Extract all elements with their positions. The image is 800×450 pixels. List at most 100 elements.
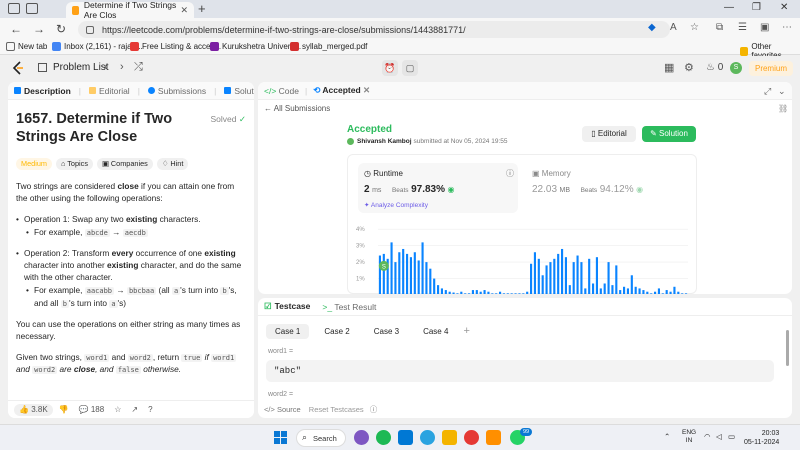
chart-bar[interactable]	[630, 275, 633, 294]
chart-bar[interactable]	[526, 291, 529, 294]
tab-submissions[interactable]: Submissions	[147, 86, 206, 96]
solution-button[interactable]: ✎ Solution	[642, 126, 696, 142]
chart-bar[interactable]	[398, 252, 401, 294]
close-window-icon[interactable]: ✕	[780, 2, 788, 13]
chrome-icon[interactable]	[464, 430, 479, 445]
extensions-icon[interactable]: ⧉	[716, 22, 723, 33]
chart-bar[interactable]	[444, 290, 447, 294]
chart-bar[interactable]	[409, 257, 412, 294]
case-tab-4[interactable]: Case 4	[414, 324, 457, 339]
link-icon[interactable]: ⛓	[778, 104, 788, 113]
avatar[interactable]: S	[730, 62, 742, 74]
chart-bar[interactable]	[650, 293, 653, 294]
premium-button[interactable]: Premium	[749, 61, 793, 76]
chart-bar[interactable]	[576, 255, 579, 294]
runtime-distribution-chart[interactable]: 4% 3% 2% 1% S	[348, 215, 698, 294]
windows-start-icon[interactable]	[274, 431, 287, 444]
add-case-icon[interactable]: +	[463, 324, 469, 339]
chart-bar[interactable]	[522, 293, 525, 294]
chart-bar[interactable]	[646, 291, 649, 294]
chart-bar[interactable]	[572, 262, 575, 294]
chart-bar[interactable]	[440, 288, 443, 294]
chart-bar[interactable]	[661, 293, 664, 294]
scrollbar[interactable]	[786, 330, 789, 366]
collections-icon[interactable]: ▣	[760, 22, 769, 33]
favorite-star-icon[interactable]: ☆	[690, 22, 699, 33]
maximize-icon[interactable]: ❐	[752, 2, 761, 13]
tab-code[interactable]: </> Code	[264, 86, 299, 96]
tab-accepted[interactable]: ⟲ Accepted ✕	[313, 85, 370, 96]
chart-bar[interactable]	[506, 293, 509, 294]
share-icon[interactable]: ↗	[131, 405, 138, 414]
chart-bar[interactable]	[588, 258, 591, 294]
language-indicator[interactable]: ENG IN	[682, 429, 696, 445]
bookmark-new-tab[interactable]: New tab	[6, 42, 47, 51]
chart-bar[interactable]	[592, 283, 595, 294]
help-icon[interactable]: ⓘ	[370, 405, 378, 414]
chart-bar[interactable]	[514, 293, 517, 294]
chart-bar[interactable]	[429, 268, 432, 294]
chart-bar[interactable]	[677, 291, 680, 294]
chart-bar[interactable]	[603, 283, 606, 294]
reload-icon[interactable]: ↻	[56, 22, 66, 36]
leetcode-logo-icon[interactable]	[12, 61, 24, 75]
case-tab-2[interactable]: Case 2	[315, 324, 358, 339]
favorites-icon[interactable]: ☰	[738, 22, 747, 33]
browser-tab[interactable]: Determine if Two Strings Are Clos ✕	[66, 0, 194, 20]
forward-icon[interactable]: →	[33, 22, 45, 36]
case-tab-3[interactable]: Case 3	[365, 324, 408, 339]
chart-bar[interactable]	[607, 262, 610, 294]
bookmark-kurukshetra[interactable]: Kurukshetra Univers...	[210, 42, 301, 51]
wifi-icon[interactable]: ◠	[704, 432, 711, 441]
chart-bar[interactable]	[654, 291, 657, 294]
tab-test-result[interactable]: >_ Test Result	[322, 302, 376, 312]
settings-gear-icon[interactable]: ⚙	[684, 61, 694, 74]
problem-title[interactable]: 1657. Determine if Two Strings Are Close	[16, 110, 206, 146]
chart-bar[interactable]	[634, 286, 637, 294]
minimize-icon[interactable]: —	[724, 2, 734, 13]
chart-bar[interactable]	[541, 275, 544, 294]
chart-bar[interactable]	[561, 248, 564, 294]
prev-problem-icon[interactable]: ‹	[104, 61, 108, 73]
chart-bar[interactable]	[437, 285, 440, 294]
battery-icon[interactable]: ▭	[728, 432, 735, 441]
chart-bar[interactable]	[471, 290, 474, 294]
memory-card[interactable]: ▣ Memory 22.03 MB Beats 94.12% ◉	[526, 163, 686, 213]
chart-bar[interactable]	[452, 292, 455, 294]
word1-input[interactable]: "abc"	[266, 360, 774, 382]
chart-bar[interactable]	[394, 262, 397, 294]
chart-bar[interactable]	[502, 293, 505, 294]
chart-bar[interactable]	[390, 242, 393, 294]
tray-expand-icon[interactable]: ⌃	[664, 432, 670, 441]
chart-bar[interactable]	[657, 288, 660, 294]
chart-bar[interactable]	[479, 291, 482, 294]
all-submissions-link[interactable]: ← All Submissions	[264, 104, 330, 113]
chart-bar[interactable]	[417, 260, 420, 294]
new-tab-icon[interactable]: +	[198, 1, 206, 16]
chart-bar[interactable]	[669, 291, 672, 294]
chart-bar[interactable]	[681, 293, 684, 294]
chart-bar[interactable]	[665, 290, 668, 294]
chart-bar[interactable]	[456, 293, 459, 294]
chart-bar[interactable]	[499, 291, 502, 294]
source-button[interactable]: </> Source	[264, 405, 301, 414]
chart-bar[interactable]	[553, 258, 556, 294]
chart-bar[interactable]	[530, 263, 533, 294]
companies-chip[interactable]: ▣ Companies	[96, 158, 153, 171]
chart-bar[interactable]	[623, 286, 626, 294]
chart-bar[interactable]	[549, 262, 552, 294]
telegram-icon[interactable]	[420, 430, 435, 445]
chart-bar[interactable]	[510, 293, 513, 294]
like-button[interactable]: 👍 3.8K	[14, 403, 53, 416]
chart-bar[interactable]	[568, 285, 571, 294]
chart-bar[interactable]	[533, 252, 536, 294]
chart-bar[interactable]	[464, 293, 467, 294]
chart-bar[interactable]	[402, 248, 405, 294]
tab-editorial[interactable]: Editorial	[88, 86, 130, 96]
comments-button[interactable]: 💬 188	[79, 405, 105, 414]
system-clock[interactable]: 20:03 05-11-2024	[744, 429, 779, 447]
case-tab-1[interactable]: Case 1	[266, 324, 310, 339]
chart-bar[interactable]	[619, 290, 622, 294]
chart-bar[interactable]	[483, 290, 486, 294]
fullscreen-icon[interactable]: ⤢	[764, 86, 771, 97]
